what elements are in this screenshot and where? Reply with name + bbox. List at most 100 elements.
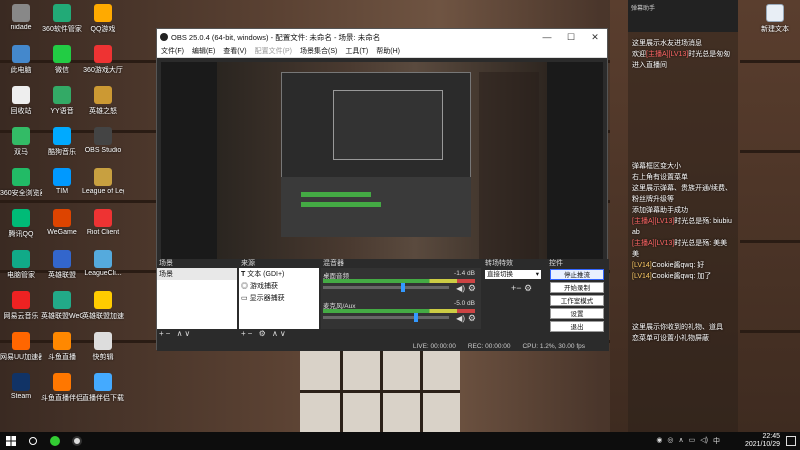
- start-button[interactable]: [0, 432, 22, 450]
- desktop-icon[interactable]: 英雄联盟加速器: [82, 291, 124, 321]
- scene-item[interactable]: 场景: [157, 268, 237, 280]
- danmaku-message: 弹幕框区变大小: [632, 163, 681, 170]
- desktop-icon[interactable]: 快剪辑: [82, 332, 124, 362]
- menu-help[interactable]: 帮助(H): [376, 46, 400, 56]
- chevron-down-icon: ▾: [535, 271, 539, 278]
- menu-view[interactable]: 查看(V): [223, 46, 246, 56]
- volume-meter: [323, 279, 475, 283]
- danmaku-message: 添加弹幕助手成功: [632, 207, 688, 214]
- maximize-button[interactable]: ☐: [559, 29, 583, 45]
- desktop-icon[interactable]: 英雄联盟WeGame版: [41, 291, 83, 321]
- desktop-icon[interactable]: 斗鱼直播伴侣: [41, 373, 83, 403]
- chevron-up-icon: ∧: [678, 437, 684, 444]
- desktop-icon[interactable]: WeGame: [41, 209, 83, 236]
- gear-icon[interactable]: ⚙: [468, 283, 476, 294]
- desktop-icon-new-text[interactable]: 新建文本: [754, 4, 796, 34]
- source-item[interactable]: ◎ 游戏捕获: [239, 280, 319, 292]
- desktop-icon[interactable]: nidade: [0, 4, 42, 31]
- danmaku-message: 欢迎[主播A][LV13]时光总是匆匆进入直播间: [632, 51, 731, 69]
- desktop-icon[interactable]: 360游戏大厅: [82, 45, 124, 75]
- desktop-icon[interactable]: 回收站: [0, 86, 42, 116]
- desktop-icon[interactable]: LeagueCli...: [82, 250, 124, 277]
- app-icon: [94, 209, 112, 227]
- desktop-icon[interactable]: Riot Client: [82, 209, 124, 236]
- danmaku-assistant-panel[interactable]: 弹幕助手 这里展示水友进场消息 欢迎[主播A][LV13]时光总是匆匆进入直播间弹…: [628, 0, 738, 432]
- desktop-icon[interactable]: 腾讯QQ: [0, 209, 42, 239]
- desktop-icon[interactable]: 斗鱼直播: [41, 332, 83, 362]
- volume-slider[interactable]: [323, 283, 449, 292]
- app-icon: [53, 332, 71, 350]
- source-item[interactable]: T 文本 (GDI+): [239, 268, 319, 280]
- app-icon: [12, 250, 30, 268]
- sources-toolbar[interactable]: +− ⚙ ∧∨: [241, 329, 288, 339]
- menu-tools[interactable]: 工具(T): [345, 46, 368, 56]
- studio-mode-button[interactable]: 工作室模式: [550, 295, 604, 306]
- desktop-icon[interactable]: 英雄之怒: [82, 86, 124, 116]
- search-button[interactable]: [22, 432, 44, 450]
- controls-title: 控件: [549, 260, 563, 267]
- app-icon: [94, 4, 112, 22]
- source-item[interactable]: ▭ 显示器捕获: [239, 292, 319, 304]
- stop-streaming-button[interactable]: 停止推流: [550, 269, 604, 280]
- desktop-icon[interactable]: 微信: [41, 45, 83, 75]
- desktop-icon[interactable]: TIM: [41, 168, 83, 195]
- app-icon: [53, 127, 71, 145]
- menu-edit[interactable]: 编辑(E): [192, 46, 215, 56]
- transitions-toolbar[interactable]: +− ⚙: [511, 283, 532, 294]
- danmaku-message: [主播A][LV13]时光总是殇: biubiu ab: [632, 218, 732, 236]
- minimize-button[interactable]: —: [535, 29, 559, 45]
- menu-profile[interactable]: 配置文件(P): [255, 46, 292, 56]
- obs-window[interactable]: OBS 25.0.4 (64-bit, windows) - 配置文件: 未命名…: [156, 28, 609, 351]
- menu-scene-collection[interactable]: 场景集合(S): [300, 46, 337, 56]
- desktop-icons: nidade 360软件管家 QQ游戏此电脑 微信 360游戏大厅回收站 YY语音 英雄之怒…: [0, 0, 130, 432]
- settings-button[interactable]: 设置: [550, 308, 604, 319]
- scenes-toolbar[interactable]: +− ∧∨: [159, 329, 192, 339]
- menu-file[interactable]: 文件(F): [161, 46, 184, 56]
- exit-button[interactable]: 退出: [550, 321, 604, 332]
- volume-slider[interactable]: [323, 313, 449, 322]
- obs-title-bar[interactable]: OBS 25.0.4 (64-bit, windows) - 配置文件: 未命名…: [157, 29, 607, 45]
- transitions-title: 转场特效: [485, 260, 513, 267]
- desktop-icon[interactable]: 网易云音乐: [0, 291, 42, 321]
- desktop-icon[interactable]: 英雄联盟: [41, 250, 83, 280]
- transition-select[interactable]: 直接切换 ▾: [485, 270, 541, 279]
- desktop-icon[interactable]: 双马: [0, 127, 42, 157]
- desktop-icon[interactable]: Steam: [0, 373, 42, 400]
- preview-canvas[interactable]: [161, 62, 603, 282]
- app-icon: [12, 332, 30, 350]
- network-icon: ▭: [688, 437, 696, 444]
- desktop-icon[interactable]: 360安全浏览器: [0, 168, 42, 198]
- speaker-icon[interactable]: ◀): [456, 314, 465, 323]
- desktop-icon[interactable]: 此电脑: [0, 45, 42, 75]
- desktop-icon[interactable]: 酷狗音乐: [41, 127, 83, 157]
- app-icon: [12, 45, 30, 63]
- desktop-icon[interactable]: 网易UU加速器: [0, 332, 42, 362]
- desktop-icon[interactable]: 电脑管家: [0, 250, 42, 280]
- controls-dock: 控件 停止推流 开始录制 工作室模式 设置 退出: [547, 259, 607, 339]
- live-timer: LIVE: 00:00:00: [412, 342, 456, 350]
- start-recording-button[interactable]: 开始录制: [550, 282, 604, 293]
- close-button[interactable]: ✕: [583, 29, 607, 45]
- taskbar: ◉ ◎ ∧ ▭ ◁) 中 22:45 2021/10/29: [0, 432, 800, 450]
- slider-handle[interactable]: [401, 283, 406, 292]
- desktop-icon[interactable]: YY语音: [41, 86, 83, 116]
- slider-handle[interactable]: [413, 313, 418, 322]
- obs-docks: 场景 场景 +− ∧∨ 来源 T 文本 (GDI+) ◎ 游戏捕获 ▭ 显示器捕…: [157, 259, 609, 351]
- taskbar-clock[interactable]: 22:45 2021/10/29: [745, 433, 780, 449]
- text-source-icon: T: [241, 271, 246, 278]
- taskbar-app-360[interactable]: [44, 432, 66, 450]
- app-icon: [53, 45, 71, 63]
- desktop-icon[interactable]: 直播伴侣下载器(1): [82, 373, 124, 403]
- desktop-icon[interactable]: OBS Studio: [82, 127, 124, 154]
- gear-icon[interactable]: ⚙: [468, 313, 476, 324]
- desktop-icon[interactable]: League of Legend...: [82, 168, 124, 195]
- desktop-icon[interactable]: QQ游戏: [82, 4, 124, 34]
- tray-icons[interactable]: ◉ ◎ ∧ ▭ ◁) 中: [656, 436, 720, 446]
- app-icon: [53, 373, 71, 391]
- desktop-icon[interactable]: 360软件管家: [41, 4, 83, 34]
- taskbar-app-obs[interactable]: [66, 432, 88, 450]
- volume-icon: ◁): [700, 437, 708, 444]
- speaker-icon[interactable]: ◀): [456, 284, 465, 293]
- notification-icon[interactable]: [786, 436, 796, 446]
- obs-icon: [72, 436, 82, 446]
